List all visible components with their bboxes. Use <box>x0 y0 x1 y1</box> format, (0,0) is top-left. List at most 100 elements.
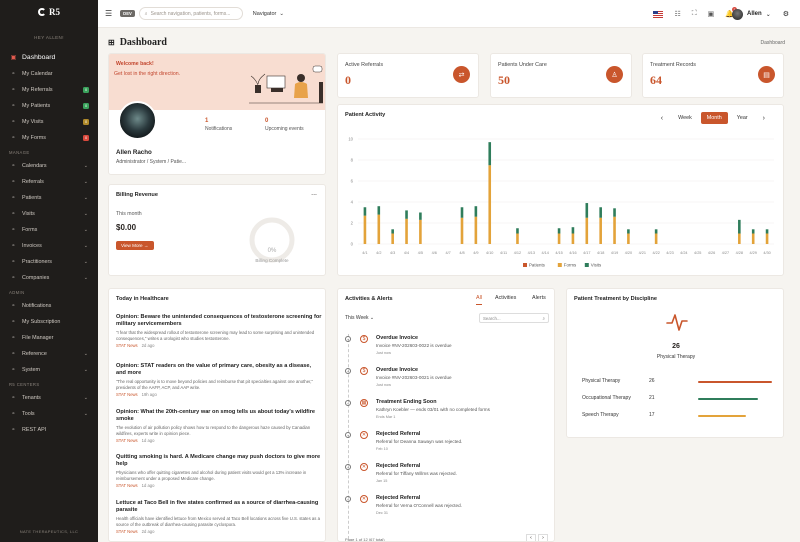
patients-icon: ▫ <box>12 103 15 109</box>
news-source[interactable]: STAT News <box>116 438 138 443</box>
apps-icon[interactable]: ▣ <box>708 10 715 18</box>
range-week[interactable]: Week <box>672 112 698 124</box>
chevron-down-icon: ⌄ <box>83 163 88 169</box>
news-item[interactable]: Opinion: What the 20th-century war on sm… <box>116 409 322 443</box>
range-year[interactable]: Year <box>731 112 754 124</box>
search-icon: ⌕ <box>542 316 545 321</box>
activity-chart: 0 2 4 6 8 10 4/1 4/2 4/3 4/4 4/5 4/6 4/7 4/8 4/9 4/10 4/… <box>348 137 774 268</box>
sidebar-item-practitioners[interactable]: ▫ Practitioners ⌄ <box>0 254 98 270</box>
sidebar-item-notifications[interactable]: ▫ Notifications <box>0 298 98 314</box>
tab-all[interactable]: All <box>476 295 482 305</box>
expand-icon[interactable]: + <box>345 432 351 438</box>
sidebar-item-my-calendar[interactable]: ▫ My Calendar <box>0 66 98 82</box>
sidebar-item-companies[interactable]: ▫ Companies ⌄ <box>0 270 98 286</box>
alert-item[interactable]: + ✕ Rejected Referral Referral for Verna O'… <box>345 493 550 521</box>
news-item[interactable]: Opinion: Beware the unintended consequen… <box>116 314 322 348</box>
discipline-total-label: Physical Therapy <box>656 354 696 360</box>
news-title[interactable]: Quitting smoking is hard. A Medicare cha… <box>116 454 322 468</box>
chevron-down-icon: ⌄ <box>83 211 88 217</box>
tab-activities[interactable]: Activities <box>495 295 516 301</box>
sidebar-item-invoices[interactable]: ▫ Invoices ⌄ <box>0 238 98 254</box>
range-month[interactable]: Month <box>700 112 728 124</box>
activities-alerts-card: Activities & Alerts All Activities Alert… <box>337 288 555 542</box>
system-icon: ▫ <box>12 367 15 373</box>
kpi-active-referrals[interactable]: Active Referrals 0 ⇄ <box>337 53 479 98</box>
sidebar-item-my-patients[interactable]: ▫ My Patients 0 <box>0 98 98 114</box>
sidebar-item-my-forms[interactable]: ▫ My Forms 0 <box>0 130 98 146</box>
expand-icon[interactable]: + <box>345 368 351 374</box>
kpi-treatment-records[interactable]: Treatment Records 64 ▤ <box>642 53 784 98</box>
news-source[interactable]: STAT News <box>116 483 138 488</box>
menu-icon[interactable]: ☰ <box>105 9 112 18</box>
discipline-row[interactable]: Physical Therapy 26 <box>582 378 774 386</box>
folder-icon: ▫ <box>12 335 15 341</box>
fullscreen-icon[interactable]: ⛶ <box>692 10 697 18</box>
sidebar-item-my-subscription[interactable]: ▫ My Subscription <box>0 314 98 330</box>
news-source[interactable]: STAT News <box>116 529 138 534</box>
next-icon[interactable]: › <box>757 115 771 122</box>
expand-icon[interactable]: + <box>345 400 351 406</box>
breadcrumb[interactable]: Dashboard <box>761 40 785 46</box>
view-more-button[interactable]: View More → <box>116 241 154 250</box>
discipline-row[interactable]: Speech Therapy 17 <box>582 412 774 420</box>
sidebar-item-referrals[interactable]: ▫ Referrals ⌄ <box>0 174 98 190</box>
x-tick-label: 4/12 <box>514 251 521 255</box>
sidebar-item-forms[interactable]: ▫ Forms ⌄ <box>0 222 98 238</box>
us-flag-icon[interactable] <box>653 10 664 18</box>
alert-item[interactable]: + ✕ Rejected Referral Referral for Deanna S… <box>345 429 550 457</box>
sidebar-item-system[interactable]: ▫ System ⌄ <box>0 362 98 378</box>
pager-prev-button[interactable]: ‹ <box>526 534 536 541</box>
discipline-row[interactable]: Occupational Therapy 21 <box>582 395 774 403</box>
sliders-icon[interactable]: ☷ <box>674 10 680 18</box>
alert-body: Referral for Deanna Sawayn was rejected. <box>376 439 463 444</box>
healthcare-news-card: Today in Healthcare Opinion: Beware the … <box>108 288 326 542</box>
sidebar-item-reference[interactable]: ▫ Reference ⌄ <box>0 346 98 362</box>
sidebar-item-my-visits[interactable]: ▫ My Visits 0 <box>0 114 98 130</box>
alert-item[interactable]: + ✕ Rejected Referral Referral for Tiffany … <box>345 461 550 489</box>
news-title[interactable]: Opinion: What the 20th-century war on sm… <box>116 409 322 423</box>
sidebar-item-calendars[interactable]: ▫ Calendars ⌄ <box>0 158 98 174</box>
navigator-dropdown[interactable]: Navigator ⌄ <box>253 11 284 17</box>
sidebar-item-label: My Subscription <box>22 319 61 325</box>
settings-gear-icon[interactable]: ⚙ <box>783 10 789 18</box>
sidebar-item-file-manager[interactable]: ▫ File Manager <box>0 330 98 346</box>
news-source[interactable]: STAT News <box>116 392 138 397</box>
news-desc: Health officials have identified lettuce… <box>116 516 321 527</box>
kpi-patients-under-care[interactable]: Patients Under Care 50 ♙ <box>490 53 632 98</box>
bar-forms <box>599 217 602 244</box>
more-options-icon[interactable]: ... <box>311 190 317 197</box>
global-search-input[interactable]: ⌕ Search navigation, patients, forms... <box>138 7 243 20</box>
sidebar-item-tenants[interactable]: ▫ Tenants ⌄ <box>0 390 98 406</box>
news-title[interactable]: Lettuce at Taco Bell in five states conf… <box>116 500 322 514</box>
news-title[interactable]: Opinion: Beware the unintended consequen… <box>116 314 322 328</box>
sidebar-item-my-referrals[interactable]: ▫ My Referrals 0 <box>0 82 98 98</box>
alert-meta: Dec 31 <box>376 511 389 515</box>
news-item[interactable]: Lettuce at Taco Bell in five states conf… <box>116 500 322 534</box>
events-stat[interactable]: 0 Upcoming events <box>265 118 304 132</box>
sidebar-item-patients[interactable]: ▫ Patients ⌄ <box>0 190 98 206</box>
sidebar-item-dashboard[interactable]: ▣ Dashboard <box>0 48 98 66</box>
news-source[interactable]: STAT News <box>116 343 138 348</box>
alert-item[interactable]: + ▦ Treatment Ending Soon Kathryn Koebler —… <box>345 397 550 425</box>
expand-icon[interactable]: + <box>345 336 351 342</box>
period-filter[interactable]: This Week ⌄ <box>345 315 374 321</box>
sidebar-item-label: Tenants <box>22 395 41 401</box>
expand-icon[interactable]: + <box>345 464 351 470</box>
sidebar-item-rest-api[interactable]: ▫ REST API <box>0 422 98 438</box>
notifications-stat[interactable]: 1 Notifications <box>205 118 232 132</box>
news-item[interactable]: Opinion: STAT readers on the value of pr… <box>116 363 322 397</box>
brand-logo[interactable]: R5 <box>0 0 98 24</box>
alerts-search-input[interactable]: Search... ⌕ <box>479 313 549 323</box>
news-item[interactable]: Quitting smoking is hard. A Medicare cha… <box>116 454 322 488</box>
expand-icon[interactable]: + <box>345 496 351 502</box>
news-title[interactable]: Opinion: STAT readers on the value of pr… <box>116 363 322 377</box>
sidebar-item-visits[interactable]: ▫ Visits ⌄ <box>0 206 98 222</box>
prev-icon[interactable]: ‹ <box>655 115 669 122</box>
legend-swatch <box>557 263 562 267</box>
alert-item[interactable]: + $ Overdue Invoice Invoice #NV-202603-0021… <box>345 365 550 393</box>
pager-next-button[interactable]: › <box>538 534 548 541</box>
tab-alerts[interactable]: Alerts <box>532 295 546 301</box>
user-menu[interactable]: Allen ⌄ ⚙ <box>732 0 789 28</box>
alert-item[interactable]: + $ Overdue Invoice Invoice #NV-202603-0022… <box>345 333 550 361</box>
sidebar-item-tools[interactable]: ▫ Tools ⌄ <box>0 406 98 422</box>
